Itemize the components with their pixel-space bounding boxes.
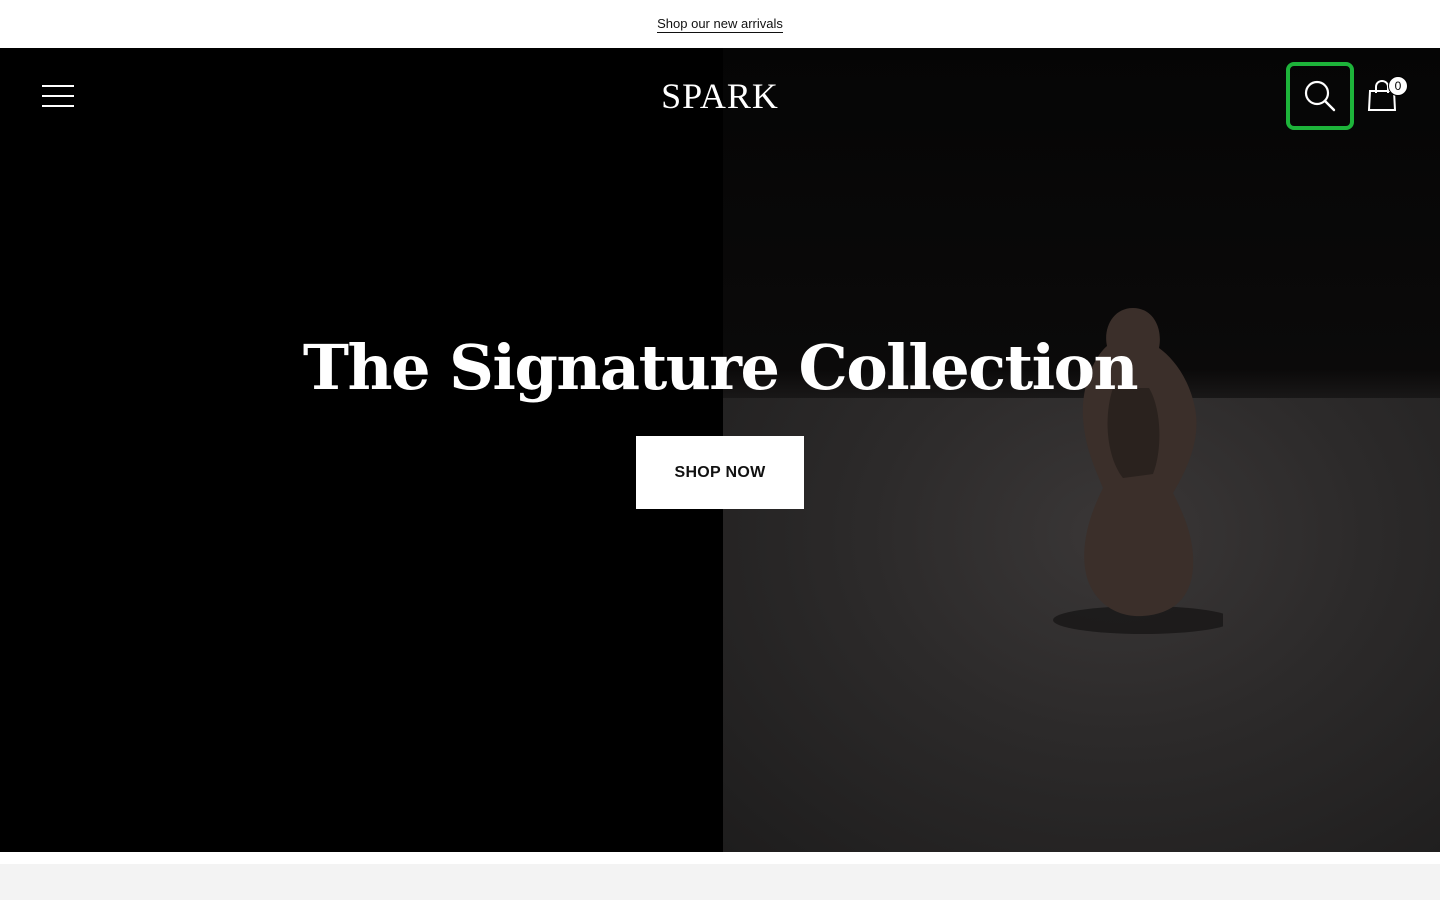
hamburger-menu-icon [42,85,74,107]
menu-button[interactable] [40,81,76,111]
shop-now-button[interactable]: SHOP NOW [636,436,804,509]
announcement-bar: Shop our new arrivals [0,0,1440,48]
site-logo[interactable]: SPARK [661,75,779,117]
search-icon [1304,80,1336,112]
next-section [0,864,1440,900]
new-arrivals-link[interactable]: Shop our new arrivals [657,16,783,33]
search-button[interactable] [1286,62,1354,130]
hero-content: The Signature Collection SHOP NOW [0,330,1440,509]
section-divider [0,852,1440,864]
cart-count-badge: 0 [1388,76,1408,96]
header-actions: 0 [1286,62,1408,130]
site-header: SPARK 0 [0,48,1440,144]
cart-button[interactable]: 0 [1362,76,1408,116]
hero-title: The Signature Collection [302,331,1139,404]
